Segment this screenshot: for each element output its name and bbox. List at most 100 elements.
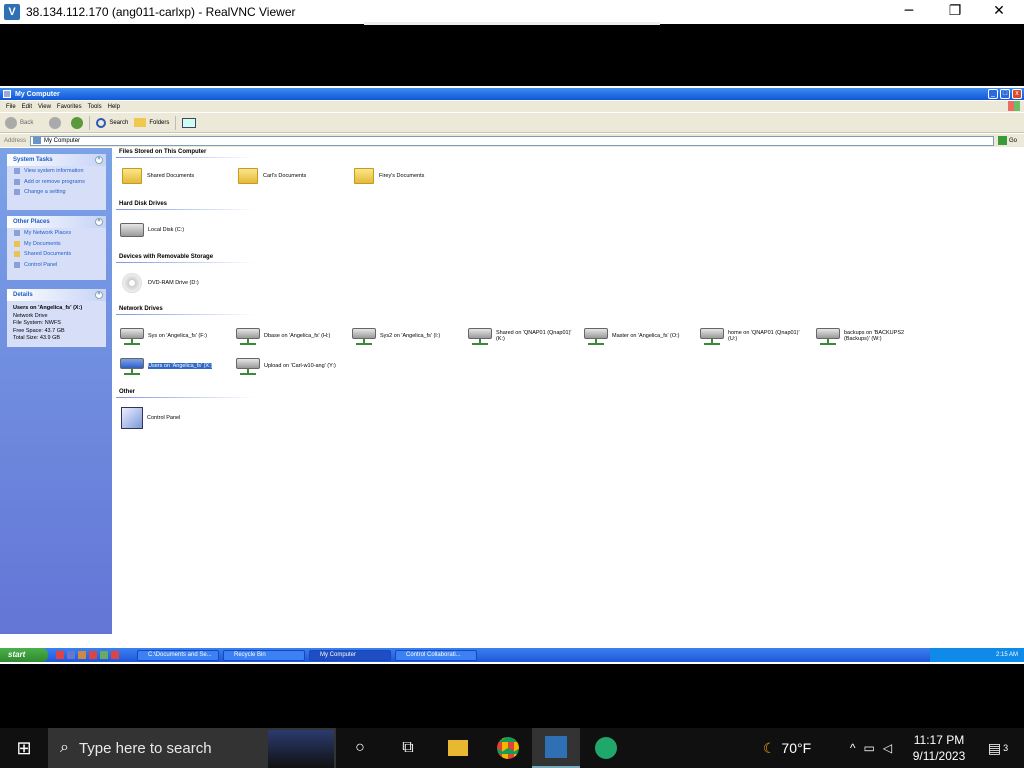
system-tasks-header[interactable]: System Tasks ^ xyxy=(7,154,106,166)
address-input[interactable]: My Computer xyxy=(30,135,995,146)
system-tray-icons[interactable]: ^ ▭ ◁ xyxy=(836,728,906,768)
folder-icon xyxy=(354,168,374,184)
xp-window-titlebar[interactable]: My Computer xyxy=(0,88,1024,100)
toolbar-separator xyxy=(175,115,177,130)
content-area[interactable]: Files Stored on This Computer Shared Doc… xyxy=(112,148,1020,634)
xp-close-button[interactable]: x xyxy=(1012,89,1022,99)
other-places-title: Other Places xyxy=(13,219,50,225)
task-view-icon[interactable]: ⧉ xyxy=(384,728,432,768)
item-network-drive-k[interactable]: Shared on 'QNAP01 (Qnap01)' (K:) xyxy=(468,326,578,346)
item-network-drive-h[interactable]: Dbase on 'Angelica_fs' (H:) xyxy=(236,326,330,346)
chevron-up-icon[interactable]: ^ xyxy=(95,291,103,299)
item-local-disk-c[interactable]: Local Disk (C:) xyxy=(120,223,184,237)
clock[interactable]: 11:17 PM 9/11/2023 xyxy=(906,728,972,768)
place-shared-documents[interactable]: Shared Documents xyxy=(7,249,106,260)
item-network-drive-f[interactable]: Sys on 'Angelica_fs' (F:) xyxy=(120,326,207,346)
back-arrow-icon[interactable] xyxy=(5,116,17,129)
network-drive-icon xyxy=(700,326,724,346)
menu-view[interactable]: View xyxy=(38,104,51,110)
menu-tools[interactable]: Tools xyxy=(88,104,102,110)
xp-task-recycle-bin[interactable]: Recycle Bin xyxy=(223,649,305,661)
quick-launch-icon[interactable] xyxy=(111,651,119,659)
address-bar: Address My Computer Go xyxy=(0,134,1024,147)
quick-launch-icon[interactable] xyxy=(67,651,75,659)
folders-button[interactable]: Folders xyxy=(149,120,169,126)
menu-help[interactable]: Help xyxy=(108,104,120,110)
item-network-drive-y[interactable]: Upload on 'Carl-w10-ang' (Y:) xyxy=(236,356,336,376)
item-network-drive-i[interactable]: Sys2 on 'Angelica_fs' (I:) xyxy=(352,326,440,346)
item-network-drive-x[interactable]: Users on 'Angelica_fs' (X:) xyxy=(120,356,213,376)
network-drive-icon xyxy=(120,356,144,376)
item-network-drive-u[interactable]: home on 'QNAP01 (Qnap01)' (U:) xyxy=(700,326,810,346)
place-control-panel[interactable]: Control Panel xyxy=(7,260,106,271)
xp-task-my-computer[interactable]: My Computer xyxy=(309,649,391,661)
cortana-icon[interactable]: ○ xyxy=(336,728,384,768)
task-change-setting[interactable]: Change a setting xyxy=(7,187,106,198)
task-pane: System Tasks ^ View system information A… xyxy=(0,148,112,634)
quick-launch-icon[interactable] xyxy=(78,651,86,659)
task-add-remove-programs[interactable]: Add or remove programs xyxy=(7,177,106,188)
forward-arrow-icon[interactable] xyxy=(49,116,62,129)
views-icon[interactable] xyxy=(182,117,197,128)
chevron-up-icon[interactable]: ^ xyxy=(95,218,103,226)
clock-time: 11:17 PM xyxy=(913,733,965,747)
notification-center-button[interactable]: ▤ 3 xyxy=(978,728,1018,768)
other-places-header[interactable]: Other Places ^ xyxy=(7,216,106,228)
windows-start-button[interactable]: ⊞ xyxy=(0,728,48,768)
place-label: My Documents xyxy=(24,240,61,247)
xp-maximize-button[interactable]: □ xyxy=(1000,89,1010,99)
app-icon[interactable] xyxy=(582,728,630,768)
details-total-size: Total Size: 43.9 GB xyxy=(13,335,61,341)
menu-edit[interactable]: Edit xyxy=(22,104,32,110)
item-carls-documents[interactable]: Carl's Documents xyxy=(238,168,306,184)
vnc-toolbar-strip[interactable] xyxy=(364,22,660,25)
go-label: Go xyxy=(1009,137,1018,144)
place-my-documents[interactable]: My Documents xyxy=(7,239,106,250)
group-title-removable: Devices with Removable Storage xyxy=(119,254,214,260)
task-label: View system information xyxy=(24,168,84,175)
item-control-panel[interactable]: Control Panel xyxy=(121,407,180,429)
weather-widget[interactable]: ☾ 70°F xyxy=(752,728,822,768)
item-label: Users on 'Angelica_fs' (X:) xyxy=(148,363,213,369)
folders-icon[interactable] xyxy=(134,118,147,127)
menu-file[interactable]: File xyxy=(6,104,16,110)
chevron-up-icon[interactable]: ^ xyxy=(95,156,103,164)
item-network-drive-o[interactable]: Master on 'Angelica_fs' (O:) xyxy=(584,326,680,346)
quick-launch-icon[interactable] xyxy=(56,651,64,659)
place-my-network-places[interactable]: My Network Places xyxy=(7,228,106,239)
minimize-button[interactable]: ─ xyxy=(886,0,932,24)
quick-launch-icon[interactable] xyxy=(89,651,97,659)
go-button[interactable]: Go xyxy=(998,136,1017,145)
item-fireys-documents[interactable]: Firey's Documents xyxy=(354,168,424,184)
xp-task-documents[interactable]: C:\Documents and Se... xyxy=(137,649,219,661)
quick-launch-icon[interactable] xyxy=(100,651,108,659)
item-network-drive-w[interactable]: backups on 'BACKUPS2 (Backups)' (W:) xyxy=(816,326,926,346)
xp-minimize-button[interactable]: _ xyxy=(988,89,998,99)
item-shared-documents[interactable]: Shared Documents xyxy=(122,168,194,184)
item-label: Shared Documents xyxy=(147,173,195,179)
network-icon: ▭ xyxy=(863,741,875,755)
xp-clock[interactable]: 2:15 AM xyxy=(996,652,1018,658)
network-places-icon xyxy=(14,230,20,237)
menu-bar: File Edit View Favorites Tools Help xyxy=(0,101,1024,112)
xp-task-control-collaboration[interactable]: Control Collaborati... xyxy=(395,649,477,661)
item-dvd-ram-drive[interactable]: DVD-RAM Drive (D:) xyxy=(122,273,199,293)
item-label: Carl's Documents xyxy=(263,173,307,179)
close-button[interactable]: ✕ xyxy=(976,0,1022,24)
menu-favorites[interactable]: Favorites xyxy=(57,104,82,110)
up-folder-icon[interactable] xyxy=(71,116,84,129)
restore-button[interactable]: ❐ xyxy=(932,0,978,24)
task-view-system-info[interactable]: View system information xyxy=(7,166,106,177)
details-header[interactable]: Details ^ xyxy=(7,289,106,301)
network-drive-icon xyxy=(120,326,144,346)
search-icon[interactable] xyxy=(96,117,107,128)
xp-start-button[interactable]: start xyxy=(0,648,48,662)
group-title-files: Files Stored on This Computer xyxy=(119,149,207,155)
back-button[interactable]: Back xyxy=(20,120,33,126)
chrome-icon[interactable] xyxy=(484,728,532,768)
details-type: Network Drive xyxy=(13,312,48,319)
windows-taskbar: ⊞ ⌕ Type here to search ○ ⧉ ☾ 70°F ^ ▭ ◁… xyxy=(0,728,1024,768)
search-button[interactable]: Search xyxy=(109,120,128,126)
realvnc-taskbar-icon[interactable] xyxy=(532,728,580,768)
file-explorer-icon[interactable] xyxy=(434,728,482,768)
